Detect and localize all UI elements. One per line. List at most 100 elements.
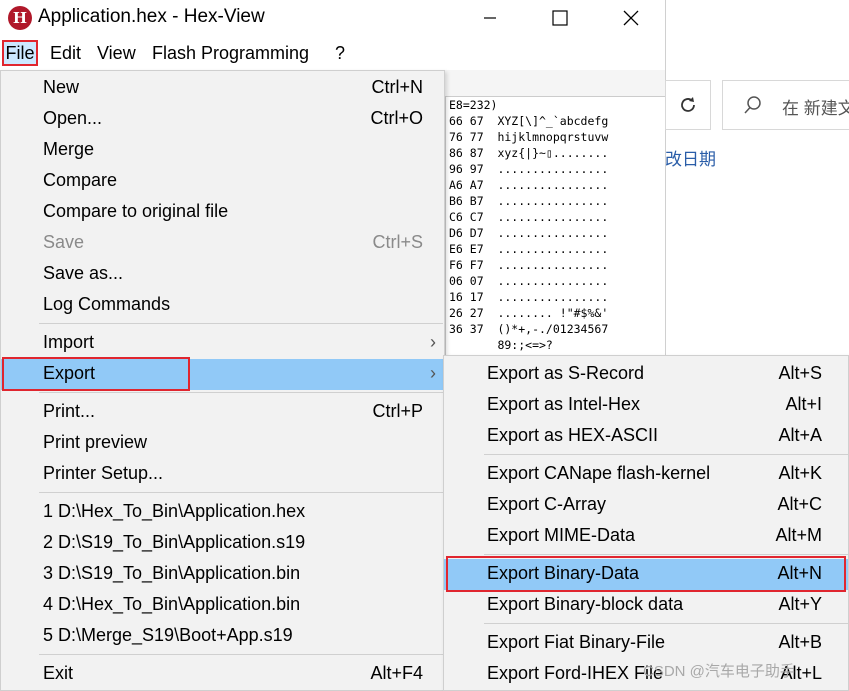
hex-view-toolbar (445, 70, 665, 97)
menu-item-label: New (43, 77, 80, 97)
search-placeholder: 在 新建文 (782, 99, 849, 118)
chevron-right-icon: › (430, 363, 436, 383)
menu-item-print-preview[interactable]: Print preview (1, 428, 444, 459)
submenu-item-shortcut: Alt+M (775, 525, 822, 545)
menu-item-import[interactable]: Import › (1, 328, 444, 359)
hex-line: 06 07 ................ (449, 274, 609, 288)
refresh-icon (681, 97, 695, 112)
menu-file[interactable]: File (2, 40, 38, 66)
submenu-item-shortcut: Alt+S (778, 363, 822, 383)
app-icon: H (8, 6, 32, 30)
menu-separator (39, 323, 443, 324)
export-callout (2, 357, 190, 391)
menu-help[interactable]: ? (335, 43, 345, 64)
menu-item-recent-5[interactable]: 5 D:\Merge_S19\Boot+App.s19 (1, 621, 444, 652)
hex-header: E8=232) (449, 98, 498, 112)
menu-item-label: Save (43, 232, 85, 252)
window-title: Application.hex - Hex-View (38, 6, 265, 27)
menu-item-label: 5 D:\Merge_S19\Boot+App.s19 (43, 625, 293, 645)
menu-item-label: Printer Setup... (43, 463, 164, 483)
menu-flash-programming[interactable]: Flash Programming (152, 43, 309, 64)
menu-item-recent-2[interactable]: 2 D:\S19_To_Bin\Application.s19 (1, 528, 444, 559)
close-button[interactable] (608, 0, 654, 36)
menu-item-label: Log Commands (43, 294, 171, 314)
menu-item-shortcut: Alt+F4 (370, 663, 423, 683)
hex-line: 76 77 hijklmnopqrstuvw (449, 130, 609, 144)
menu-item-label: 1 D:\Hex_To_Bin\Application.hex (43, 501, 306, 521)
submenu-item-label: Export MIME-Data (487, 525, 636, 545)
menu-item-printer-setup[interactable]: Printer Setup... (1, 459, 444, 490)
menu-item-label: Save as... (43, 263, 124, 283)
menu-item-shortcut: Ctrl+O (370, 108, 423, 128)
menu-item-label: Open... (43, 108, 103, 128)
menu-item-label: Import (43, 332, 95, 352)
submenu-item-export-fiat-binary-file[interactable]: Export Fiat Binary-File Alt+B (444, 628, 848, 659)
submenu-item-shortcut: Alt+Y (778, 594, 822, 614)
submenu-item-export-c-array[interactable]: Export C-Array Alt+C (444, 490, 848, 521)
hex-line: B6 B7 ................ (449, 194, 609, 208)
submenu-item-label: Export Ford-IHEX File (487, 663, 664, 683)
submenu-item-shortcut: Alt+B (778, 632, 822, 652)
submenu-item-label: Export C-Array (487, 494, 607, 514)
menu-separator (39, 654, 443, 655)
menu-item-save-as[interactable]: Save as... (1, 259, 444, 290)
menu-item-recent-4[interactable]: 4 D:\Hex_To_Bin\Application.bin (1, 590, 444, 621)
menu-item-label: Merge (43, 139, 95, 159)
menu-item-exit[interactable]: Exit Alt+F4 (1, 659, 444, 690)
menu-item-compare[interactable]: Compare (1, 166, 444, 197)
submenu-item-label: Export CANape flash-kernel (487, 463, 711, 483)
menu-item-label: Print... (43, 401, 96, 421)
hex-line: D6 D7 ................ (449, 226, 609, 240)
submenu-item-shortcut: Alt+C (777, 494, 822, 514)
hex-line: 26 27 ........ !"#$%&' (449, 306, 609, 320)
menu-separator (39, 492, 443, 493)
menu-edit[interactable]: Edit (50, 43, 81, 64)
minimize-button[interactable] (467, 0, 513, 36)
menu-item-open[interactable]: Open... Ctrl+O (1, 104, 444, 135)
submenu-item-shortcut: Alt+I (785, 394, 822, 414)
export-binary-callout (446, 556, 846, 592)
hex-line: 16 17 ................ (449, 290, 609, 304)
submenu-item-label: Export as HEX-ASCII (487, 425, 659, 445)
submenu-item-export-s-record[interactable]: Export as S-Record Alt+S (444, 359, 848, 390)
menu-separator (484, 454, 848, 455)
hex-line: A6 A7 ................ (449, 178, 609, 192)
close-icon (623, 10, 639, 26)
menu-item-print[interactable]: Print... Ctrl+P (1, 397, 444, 428)
submenu-item-label: Export as S-Record (487, 363, 645, 383)
menu-separator (484, 554, 848, 555)
submenu-item-shortcut: Alt+K (778, 463, 822, 483)
hex-line: C6 C7 ................ (449, 210, 609, 224)
minimize-icon (484, 17, 496, 19)
submenu-item-export-binary-block-data[interactable]: Export Binary-block data Alt+Y (444, 590, 848, 621)
menu-item-shortcut: Ctrl+N (371, 77, 423, 97)
menu-item-recent-3[interactable]: 3 D:\S19_To_Bin\Application.bin (1, 559, 444, 590)
explorer-window (665, 0, 849, 360)
menu-separator (39, 392, 443, 393)
submenu-item-shortcut: Alt+A (778, 425, 822, 445)
hex-line: 96 97 ................ (449, 162, 609, 176)
menu-item-log-commands[interactable]: Log Commands (1, 290, 444, 321)
column-header-date[interactable]: 改日期 (665, 145, 716, 170)
menu-item-label: Exit (43, 663, 74, 683)
refresh-button[interactable] (665, 80, 711, 130)
menu-item-label: 3 D:\S19_To_Bin\Application.bin (43, 563, 301, 583)
menu-item-merge[interactable]: Merge (1, 135, 444, 166)
submenu-item-export-canape-flash-kernel[interactable]: Export CANape flash-kernel Alt+K (444, 459, 848, 490)
hex-line: F6 F7 ................ (449, 258, 609, 272)
submenu-item-export-hex-ascii[interactable]: Export as HEX-ASCII Alt+A (444, 421, 848, 452)
maximize-icon (552, 10, 568, 26)
menu-item-label: Compare (43, 170, 118, 190)
submenu-item-export-intel-hex[interactable]: Export as Intel-Hex Alt+I (444, 390, 848, 421)
submenu-item-label: Export Fiat Binary-File (487, 632, 666, 652)
menu-view[interactable]: View (97, 43, 136, 64)
submenu-item-export-mime-data[interactable]: Export MIME-Data Alt+M (444, 521, 848, 552)
export-submenu: Export as S-Record Alt+S Export as Intel-H… (443, 355, 849, 691)
hex-line: 86 87 xyz{|}~▯........ (449, 146, 609, 160)
hex-line: 89:;<=>? (449, 338, 553, 352)
maximize-button[interactable] (537, 0, 583, 36)
menu-item-new[interactable]: New Ctrl+N (1, 73, 444, 104)
menu-item-recent-1[interactable]: 1 D:\Hex_To_Bin\Application.hex (1, 497, 444, 528)
menu-separator (484, 623, 848, 624)
menu-item-compare-original[interactable]: Compare to original file (1, 197, 444, 228)
